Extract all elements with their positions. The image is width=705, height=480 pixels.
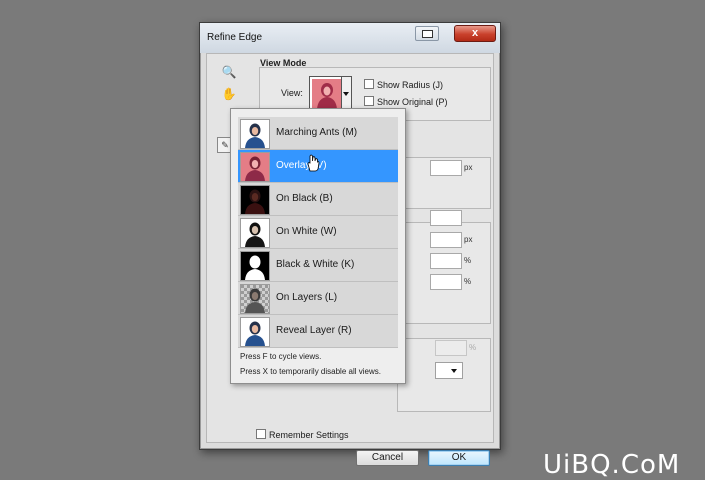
shift-edge-unit: % — [464, 277, 472, 286]
reveal-layer-thumbnail — [240, 317, 270, 347]
menu-item-on-white[interactable]: On White (W) — [238, 216, 398, 249]
menu-item-label: Marching Ants (M) — [276, 127, 358, 138]
remember-settings-checkbox[interactable]: Remember Settings — [256, 429, 349, 440]
amount-unit: % — [469, 343, 477, 352]
amount-field[interactable] — [435, 340, 467, 356]
on-black-thumbnail — [240, 185, 270, 215]
window-mode-icon[interactable] — [415, 26, 439, 41]
on-white-thumbnail — [240, 218, 270, 248]
menu-item-reveal-layer[interactable]: Reveal Layer (R) — [238, 315, 398, 348]
radius-field[interactable] — [430, 160, 462, 176]
disable-views-hint: Press X to temporarily disable all views… — [240, 367, 381, 376]
view-thumbnail[interactable] — [309, 76, 345, 112]
menu-item-marching-ants[interactable]: Marching Ants (M) — [238, 117, 398, 150]
overlay-preview-image — [312, 79, 342, 109]
menu-item-label: Reveal Layer (R) — [276, 325, 352, 336]
hand-tool-icon[interactable]: ✋ — [221, 86, 237, 102]
zoom-tool-icon[interactable]: 🔍 — [221, 64, 237, 80]
show-original-label: Show Original (P) — [377, 97, 448, 107]
view-dropdown-arrow[interactable] — [341, 76, 352, 112]
feather-unit: px — [464, 235, 473, 244]
menu-item-black-white[interactable]: Black & White (K) — [238, 249, 398, 282]
show-original-checkbox[interactable]: Show Original (P) — [364, 96, 448, 107]
cycle-views-hint: Press F to cycle views. — [240, 352, 322, 361]
menu-item-label: On White (W) — [276, 226, 337, 237]
view-mode-title: View Mode — [260, 58, 307, 68]
menu-item-on-black[interactable]: On Black (B) — [238, 183, 398, 216]
radius-unit: px — [464, 163, 473, 172]
black-white-thumbnail — [240, 251, 270, 281]
remember-settings-label: Remember Settings — [269, 430, 349, 440]
marching-ants-thumbnail — [240, 119, 270, 149]
menu-item-label: On Black (B) — [276, 193, 333, 204]
on-layers-thumbnail — [240, 284, 270, 314]
menu-item-on-layers[interactable]: On Layers (L) — [238, 282, 398, 315]
contrast-field[interactable] — [430, 253, 462, 269]
cancel-button[interactable]: Cancel — [356, 450, 419, 466]
ok-button[interactable]: OK — [428, 450, 490, 466]
overlay-thumbnail — [240, 152, 270, 182]
smooth-field[interactable] — [430, 210, 462, 226]
dialog-title: Refine Edge — [207, 32, 263, 43]
contrast-unit: % — [464, 256, 472, 265]
view-label: View: — [281, 88, 303, 98]
close-button[interactable]: x — [454, 25, 496, 42]
watermark: UiBQ.CoM — [543, 450, 681, 480]
title-bar[interactable]: Refine Edge x — [200, 23, 500, 53]
hand-cursor-icon — [307, 154, 320, 172]
show-radius-checkbox[interactable]: Show Radius (J) — [364, 79, 443, 90]
menu-item-label: Black & White (K) — [276, 259, 355, 270]
show-radius-label: Show Radius (J) — [377, 80, 444, 90]
menu-item-label: On Layers (L) — [276, 292, 338, 303]
output-to-select[interactable] — [435, 362, 463, 379]
view-mode-menu: Marching Ants (M) Overlay (V) On Black (… — [230, 108, 406, 384]
feather-field[interactable] — [430, 232, 462, 248]
shift-edge-field[interactable] — [430, 274, 462, 290]
